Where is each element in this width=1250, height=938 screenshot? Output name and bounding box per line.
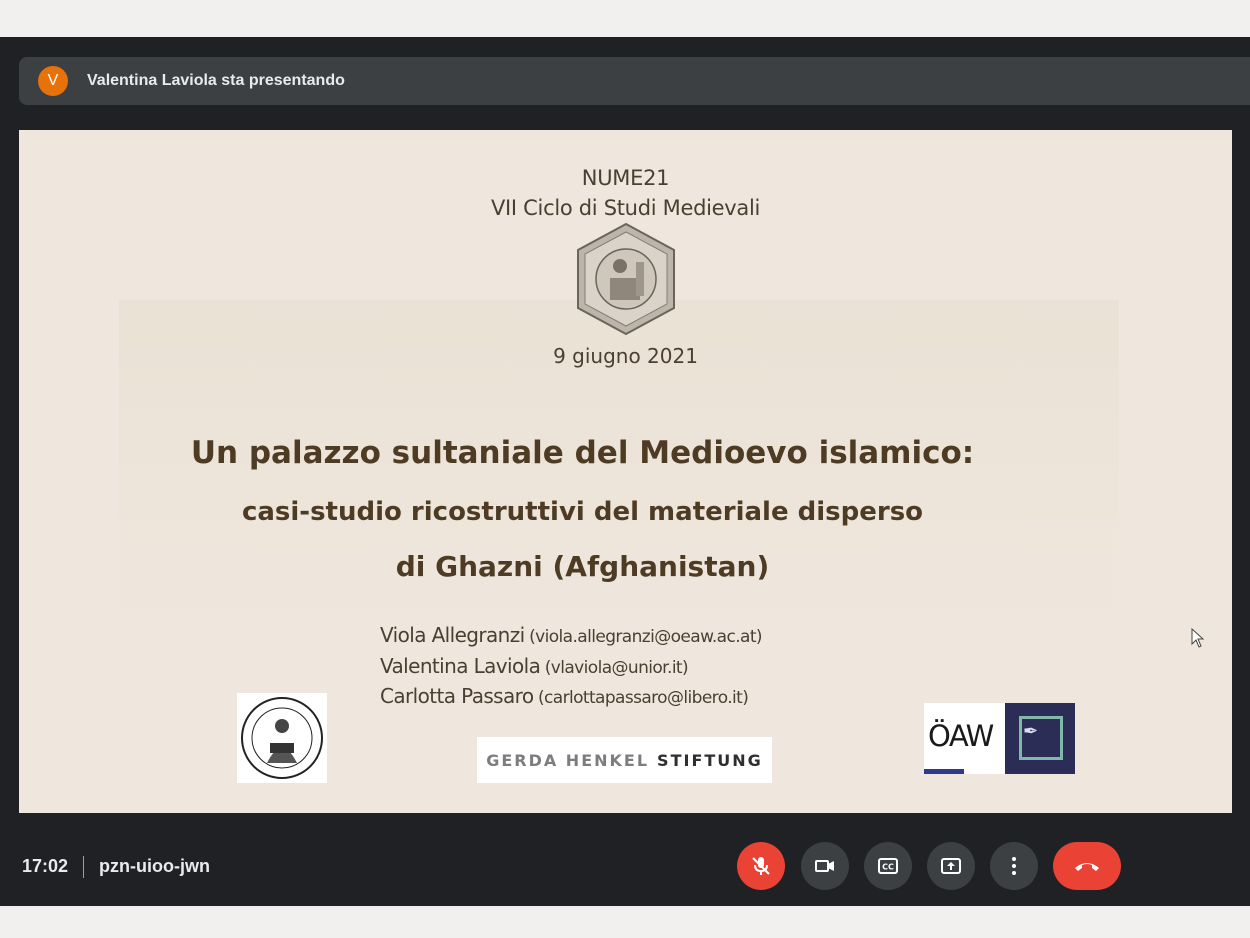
author-name: Viola Allegranzi [380, 623, 525, 647]
mic-off-icon [752, 857, 770, 875]
author-email: (viola.allegranzi@oeaw.ac.at) [529, 627, 762, 647]
more-options-button[interactable] [990, 842, 1038, 890]
meeting-toolbar: 17:02 pzn-uioo-jwn CC [0, 837, 1250, 906]
gerda-henkel-logo: GERDA HENKEL STIFTUNG [477, 737, 772, 783]
svg-text:CC: CC [882, 863, 894, 872]
event-subtitle: VII Ciclo di Studi Medievali [490, 196, 761, 220]
conference-seal-image [577, 222, 675, 336]
present-now-button[interactable] [927, 842, 975, 890]
author-row: Carlotta Passaro (carlottapassaro@libero… [380, 681, 762, 712]
author-list: Viola Allegranzi (viola.allegranzi@oeaw.… [380, 620, 763, 712]
mouse-cursor-icon [1191, 628, 1205, 648]
iranistik-calligraphy-icon: ✒ [1023, 721, 1039, 741]
meet-window: V Valentina Laviola sta presentando NUME… [0, 37, 1250, 906]
event-title: NUME21 VII Ciclo di Studi Medievali [19, 163, 1232, 223]
author-email: (vlaviola@unior.it) [544, 657, 689, 678]
captions-icon: CC [878, 858, 898, 874]
oeaw-logo-band [924, 769, 964, 774]
ghs-logo-text-1: GERDA HENKEL [486, 750, 650, 770]
unior-seal-logo [237, 693, 327, 783]
author-name: Carlotta Passaro [380, 684, 534, 708]
slide-title-line2: casi-studio ricostruttivi del materiale … [241, 497, 924, 527]
camera-icon [815, 860, 834, 872]
author-row: Viola Allegranzi (viola.allegranzi@oeaw.… [380, 620, 763, 651]
toolbar-divider [83, 856, 84, 878]
end-call-icon [1075, 863, 1099, 871]
camera-toggle-button[interactable] [801, 842, 849, 890]
event-name: NUME21 [581, 166, 670, 190]
presenter-avatar: V [38, 66, 68, 96]
oeaw-logo-text: ÖAW [928, 719, 994, 753]
captions-button[interactable]: CC [864, 842, 912, 890]
slide-title-line3: di Ghazni (Afghanistan) [395, 550, 770, 583]
presenter-banner: V Valentina Laviola sta presentando [19, 57, 1250, 105]
author-email: (carlottapassaro@libero.it) [537, 688, 749, 708]
present-icon [941, 858, 961, 874]
presenter-label: Valentina Laviola sta presentando [87, 72, 345, 89]
slide-date: 9 giugno 2021 [553, 344, 698, 368]
slide-title-line1: Un palazzo sultaniale del Medioevo islam… [190, 435, 975, 471]
oeaw-logo: ÖAW ✒ [924, 703, 1075, 774]
shared-slide: NUME21 VII Ciclo di Studi Medievali 9 gi… [19, 130, 1232, 813]
meeting-time: 17:02 [22, 856, 69, 876]
author-name: Valentina Laviola [380, 653, 541, 678]
iranistik-logo: ✒ [1005, 703, 1075, 774]
ghs-logo-text-2: STIFTUNG [657, 750, 763, 770]
author-row: Valentina Laviola (vlaviola@unior.it) [380, 651, 762, 682]
meeting-code: pzn-uioo-jwn [99, 856, 210, 876]
more-vert-icon [1012, 857, 1016, 875]
end-call-button[interactable] [1053, 842, 1121, 890]
mic-toggle-button[interactable] [737, 842, 785, 890]
